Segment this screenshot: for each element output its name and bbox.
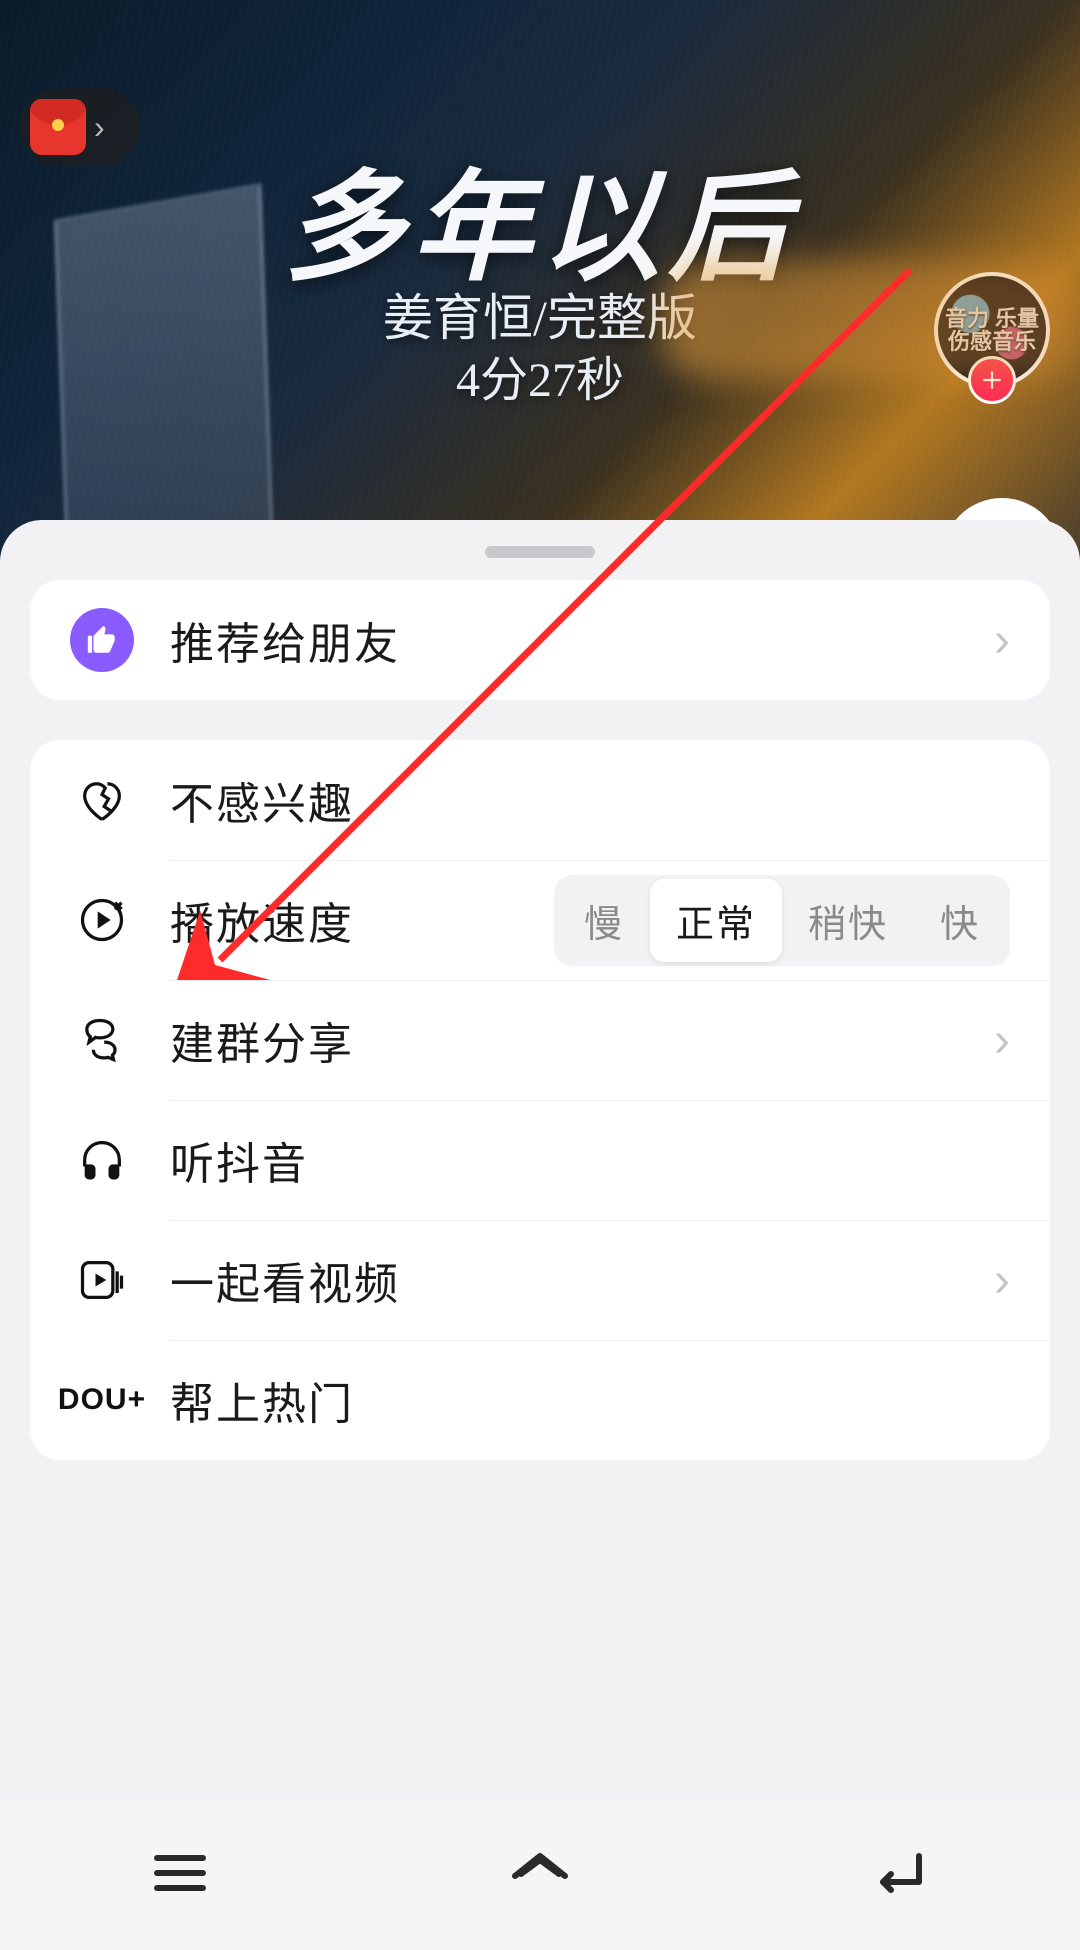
back-icon (865, 1838, 935, 1908)
follow-button[interactable] (968, 356, 1016, 404)
watch-together-row[interactable]: 一起看视频 › (30, 1220, 1050, 1340)
dou-plus-row[interactable]: DOU+ 帮上热门 (30, 1340, 1050, 1460)
recommend-card: 推荐给朋友 › (30, 580, 1050, 700)
speed-segmented-control: 慢 正常 稍快 快 (554, 875, 1010, 966)
speed-label: 播放速度 (170, 888, 354, 952)
sheet-drag-handle[interactable] (485, 546, 595, 558)
speed-icon (70, 894, 134, 946)
chevron-right-icon: › (994, 1013, 1010, 1068)
speed-slow[interactable]: 慢 (558, 879, 650, 962)
thumbs-up-icon (70, 608, 134, 672)
options-card: 不感兴趣 播放速度 慢 正常 稍快 快 建群分享 › 听 (30, 740, 1050, 1460)
home-icon (505, 1838, 575, 1908)
plus-icon (979, 367, 1005, 393)
chevron-right-icon: › (94, 109, 105, 146)
group-share-label: 建群分享 (170, 1008, 994, 1072)
nav-back-button[interactable] (865, 1838, 935, 1913)
speed-normal[interactable]: 正常 (650, 879, 782, 962)
video-duration: 4分27秒 (0, 340, 1080, 410)
avatar-text: 音力 乐量 伤感音乐 (938, 307, 1046, 353)
playback-speed-row: 播放速度 慢 正常 稍快 快 (30, 860, 1050, 980)
author-avatar[interactable]: 音力 乐量 伤感音乐 (934, 272, 1050, 388)
red-envelope-icon (30, 99, 86, 155)
nav-menu-button[interactable] (145, 1838, 215, 1913)
listen-douyin-row[interactable]: 听抖音 (30, 1100, 1050, 1220)
group-chat-icon (70, 1014, 134, 1066)
menu-icon (145, 1838, 215, 1908)
speed-bit-fast[interactable]: 稍快 (782, 879, 914, 962)
dou-plus-icon: DOU+ (70, 1383, 134, 1417)
recommend-label: 推荐给朋友 (170, 608, 994, 672)
chevron-right-icon: › (994, 613, 1010, 668)
speed-fast[interactable]: 快 (914, 879, 1006, 962)
not-interested-label: 不感兴趣 (170, 768, 1010, 832)
group-share-row[interactable]: 建群分享 › (30, 980, 1050, 1100)
avatar-image: 音力 乐量 伤感音乐 (934, 272, 1050, 388)
listen-label: 听抖音 (170, 1128, 1010, 1192)
watch-together-icon (70, 1254, 134, 1306)
options-sheet: 推荐给朋友 › 不感兴趣 播放速度 慢 正常 稍快 快 (0, 520, 1080, 1800)
red-envelope-button[interactable]: › (20, 88, 140, 166)
nav-home-button[interactable] (505, 1838, 575, 1913)
broken-heart-icon (70, 774, 134, 826)
headphones-icon (70, 1134, 134, 1186)
chevron-right-icon: › (994, 1253, 1010, 1308)
watch-together-label: 一起看视频 (170, 1248, 994, 1312)
recommend-to-friends-row[interactable]: 推荐给朋友 › (30, 580, 1050, 700)
not-interested-row[interactable]: 不感兴趣 (30, 740, 1050, 860)
dou-plus-label: 帮上热门 (170, 1368, 1010, 1432)
system-nav-bar (0, 1800, 1080, 1950)
